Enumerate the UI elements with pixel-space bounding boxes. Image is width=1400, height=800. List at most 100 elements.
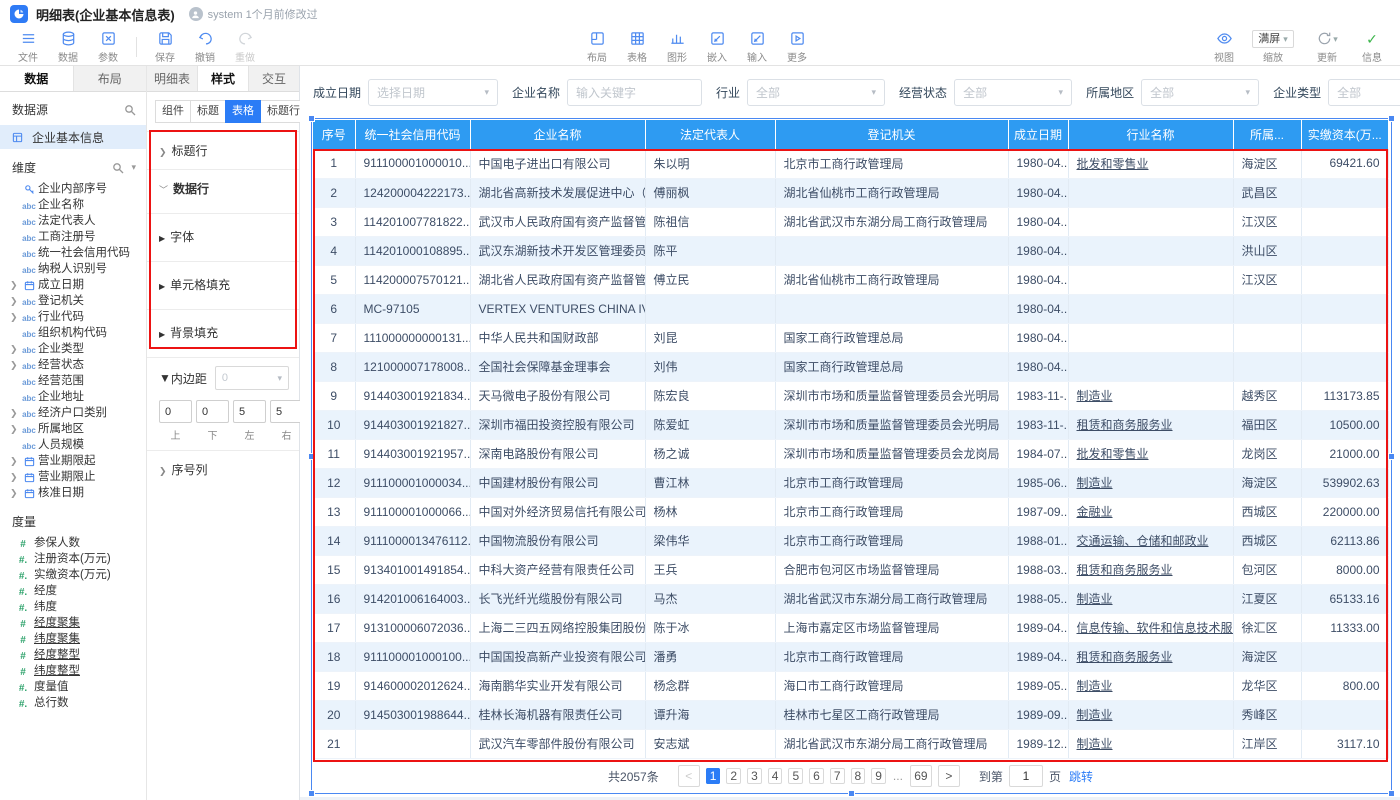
table-cell[interactable]: 62113.86 [1301, 526, 1388, 555]
table-cell[interactable]: 18 [313, 642, 355, 671]
table-cell[interactable]: 北京市工商行政管理局 [775, 468, 1008, 497]
page-button-2[interactable]: 2 [726, 768, 741, 784]
table-cell[interactable]: 天马微电子股份有限公司 [470, 381, 645, 410]
section-font[interactable]: ▶字体 [147, 213, 299, 261]
table-cell[interactable]: 914503001988644... [355, 700, 470, 729]
table-cell[interactable]: 信息传输、软件和信息技术服... [1068, 613, 1233, 642]
prev-page-button[interactable]: < [678, 765, 700, 787]
filter-input[interactable]: 输入关键字 [567, 79, 702, 106]
table-cell[interactable] [1068, 352, 1233, 381]
measure-field[interactable]: #.纬度 [0, 599, 146, 615]
table-cell[interactable]: 谭升海 [645, 700, 775, 729]
dimension-field[interactable]: ❯abc企业类型 [0, 341, 146, 357]
table-cell[interactable] [1301, 236, 1388, 265]
table-cell[interactable] [1068, 178, 1233, 207]
expand-icon[interactable]: ❯ [10, 405, 18, 421]
table-cell[interactable]: 1980-04... [1008, 352, 1068, 381]
measure-field[interactable]: #经度聚集 [0, 615, 146, 631]
table-cell[interactable]: 江汉区 [1233, 265, 1301, 294]
table-cell[interactable]: 杨林 [645, 497, 775, 526]
table-cell[interactable]: 刘昆 [645, 323, 775, 352]
table-cell[interactable]: 杨念群 [645, 671, 775, 700]
table-cell[interactable]: 龙岗区 [1233, 439, 1301, 468]
page-button-4[interactable]: 4 [768, 768, 783, 784]
dimension-field[interactable]: ❯abc行业代码 [0, 309, 146, 325]
table-cell[interactable]: 江岸区 [1233, 729, 1301, 758]
tab-样式[interactable]: 样式 [198, 66, 249, 91]
table-cell[interactable]: 911100001000066... [355, 497, 470, 526]
table-cell[interactable] [1301, 207, 1388, 236]
column-header[interactable]: 成立日期 [1008, 120, 1068, 149]
datasource-item[interactable]: 企业基本信息 [0, 125, 146, 149]
table-cell[interactable]: 陈宏良 [645, 381, 775, 410]
table-cell[interactable]: 539902.63 [1301, 468, 1388, 497]
table-cell[interactable]: 1989-09... [1008, 700, 1068, 729]
table-cell[interactable]: 湖北省高新技术发展促进中心（湖北... [470, 178, 645, 207]
filter-select[interactable]: 全部▾ [1141, 79, 1259, 106]
table-cell[interactable] [1301, 700, 1388, 729]
table-cell[interactable]: 1980-04... [1008, 236, 1068, 265]
table-cell[interactable]: MC-97105 [355, 294, 470, 323]
table-cell[interactable]: 15 [313, 555, 355, 584]
table-cell[interactable]: 10 [313, 410, 355, 439]
table-cell[interactable] [775, 236, 1008, 265]
table-cell[interactable] [1068, 323, 1233, 352]
table-cell[interactable]: 114201007781822... [355, 207, 470, 236]
refresh-button[interactable]: ▾ 更新 [1302, 30, 1352, 64]
dimension-field[interactable]: ❯abc登记机关 [0, 293, 146, 309]
table-cell[interactable]: 安志斌 [645, 729, 775, 758]
table-cell[interactable]: 中国国投高新产业投资有限公司 [470, 642, 645, 671]
table-cell[interactable]: VERTEX VENTURES CHINA IV,L.P. [470, 294, 645, 323]
table-cell[interactable]: 6 [313, 294, 355, 323]
table-cell[interactable]: 8000.00 [1301, 555, 1388, 584]
table-cell[interactable]: 9111000013476112... [355, 526, 470, 555]
table-cell[interactable] [1301, 265, 1388, 294]
dimension-field[interactable]: abc统一社会信用代码 [0, 245, 146, 261]
table-cell[interactable]: 1983-11-... [1008, 381, 1068, 410]
table-cell[interactable]: 114200007570121... [355, 265, 470, 294]
table-cell[interactable]: 1980-04... [1008, 178, 1068, 207]
table-cell[interactable]: 911100001000034... [355, 468, 470, 497]
measure-field[interactable]: #.经度 [0, 583, 146, 599]
column-header[interactable]: 法定代表人 [645, 120, 775, 149]
table-cell[interactable]: 西城区 [1233, 497, 1301, 526]
table-cell[interactable]: 65133.16 [1301, 584, 1388, 613]
table-cell[interactable]: 中国物流股份有限公司 [470, 526, 645, 555]
table-cell[interactable]: 5 [313, 265, 355, 294]
table-cell[interactable]: 中国电子进出口有限公司 [470, 149, 645, 178]
view-button[interactable]: 视图 [1204, 30, 1244, 64]
table-cell[interactable]: 深圳市福田投资控股有限公司 [470, 410, 645, 439]
table-cell[interactable] [355, 729, 470, 758]
table-cell[interactable]: 合肥市包河区市场监督管理局 [775, 555, 1008, 584]
column-header[interactable]: 登记机关 [775, 120, 1008, 149]
triangle-down-icon[interactable]: ▼ [159, 371, 171, 385]
column-header[interactable]: 实缴资本(万... [1301, 120, 1388, 149]
table-cell[interactable]: 武昌区 [1233, 178, 1301, 207]
table-cell[interactable]: 914403001921827... [355, 410, 470, 439]
table-cell[interactable]: 制造业 [1068, 671, 1233, 700]
table-cell[interactable]: 11 [313, 439, 355, 468]
dimension-field[interactable]: abc经营范围 [0, 373, 146, 389]
table-cell[interactable]: 69421.60 [1301, 149, 1388, 178]
table-cell[interactable]: 1984-07... [1008, 439, 1068, 468]
padding-left-input[interactable] [233, 400, 266, 423]
params-button[interactable]: 参数 [88, 30, 128, 64]
table-cell[interactable]: 湖北省仙桃市工商行政管理局 [775, 265, 1008, 294]
table-cell[interactable]: 武汉汽车零部件股份有限公司 [470, 729, 645, 758]
table-cell[interactable]: 9 [313, 381, 355, 410]
table-cell[interactable]: 19 [313, 671, 355, 700]
measure-field[interactable]: #经度整型 [0, 647, 146, 663]
table-cell[interactable]: 武汉东湖新技术开发区管理委员会 [470, 236, 645, 265]
table-cell[interactable]: 傅立民 [645, 265, 775, 294]
section-cell-fill[interactable]: ▶单元格填充 [147, 261, 299, 309]
dimension-field[interactable]: 企业内部序号 [0, 181, 146, 197]
table-cell[interactable]: 1983-11-... [1008, 410, 1068, 439]
table-cell[interactable]: 金融业 [1068, 497, 1233, 526]
table-cell[interactable]: 深圳市市场和质量监督管理委员会龙岗局 [775, 439, 1008, 468]
selection-handle[interactable] [308, 453, 315, 460]
filter-select[interactable]: 全部▾ [954, 79, 1072, 106]
selection-handle[interactable] [1388, 453, 1395, 460]
column-header[interactable]: 企业名称 [470, 120, 645, 149]
page-button-3[interactable]: 3 [747, 768, 762, 784]
table-cell[interactable]: 海南鹏华实业开发有限公司 [470, 671, 645, 700]
